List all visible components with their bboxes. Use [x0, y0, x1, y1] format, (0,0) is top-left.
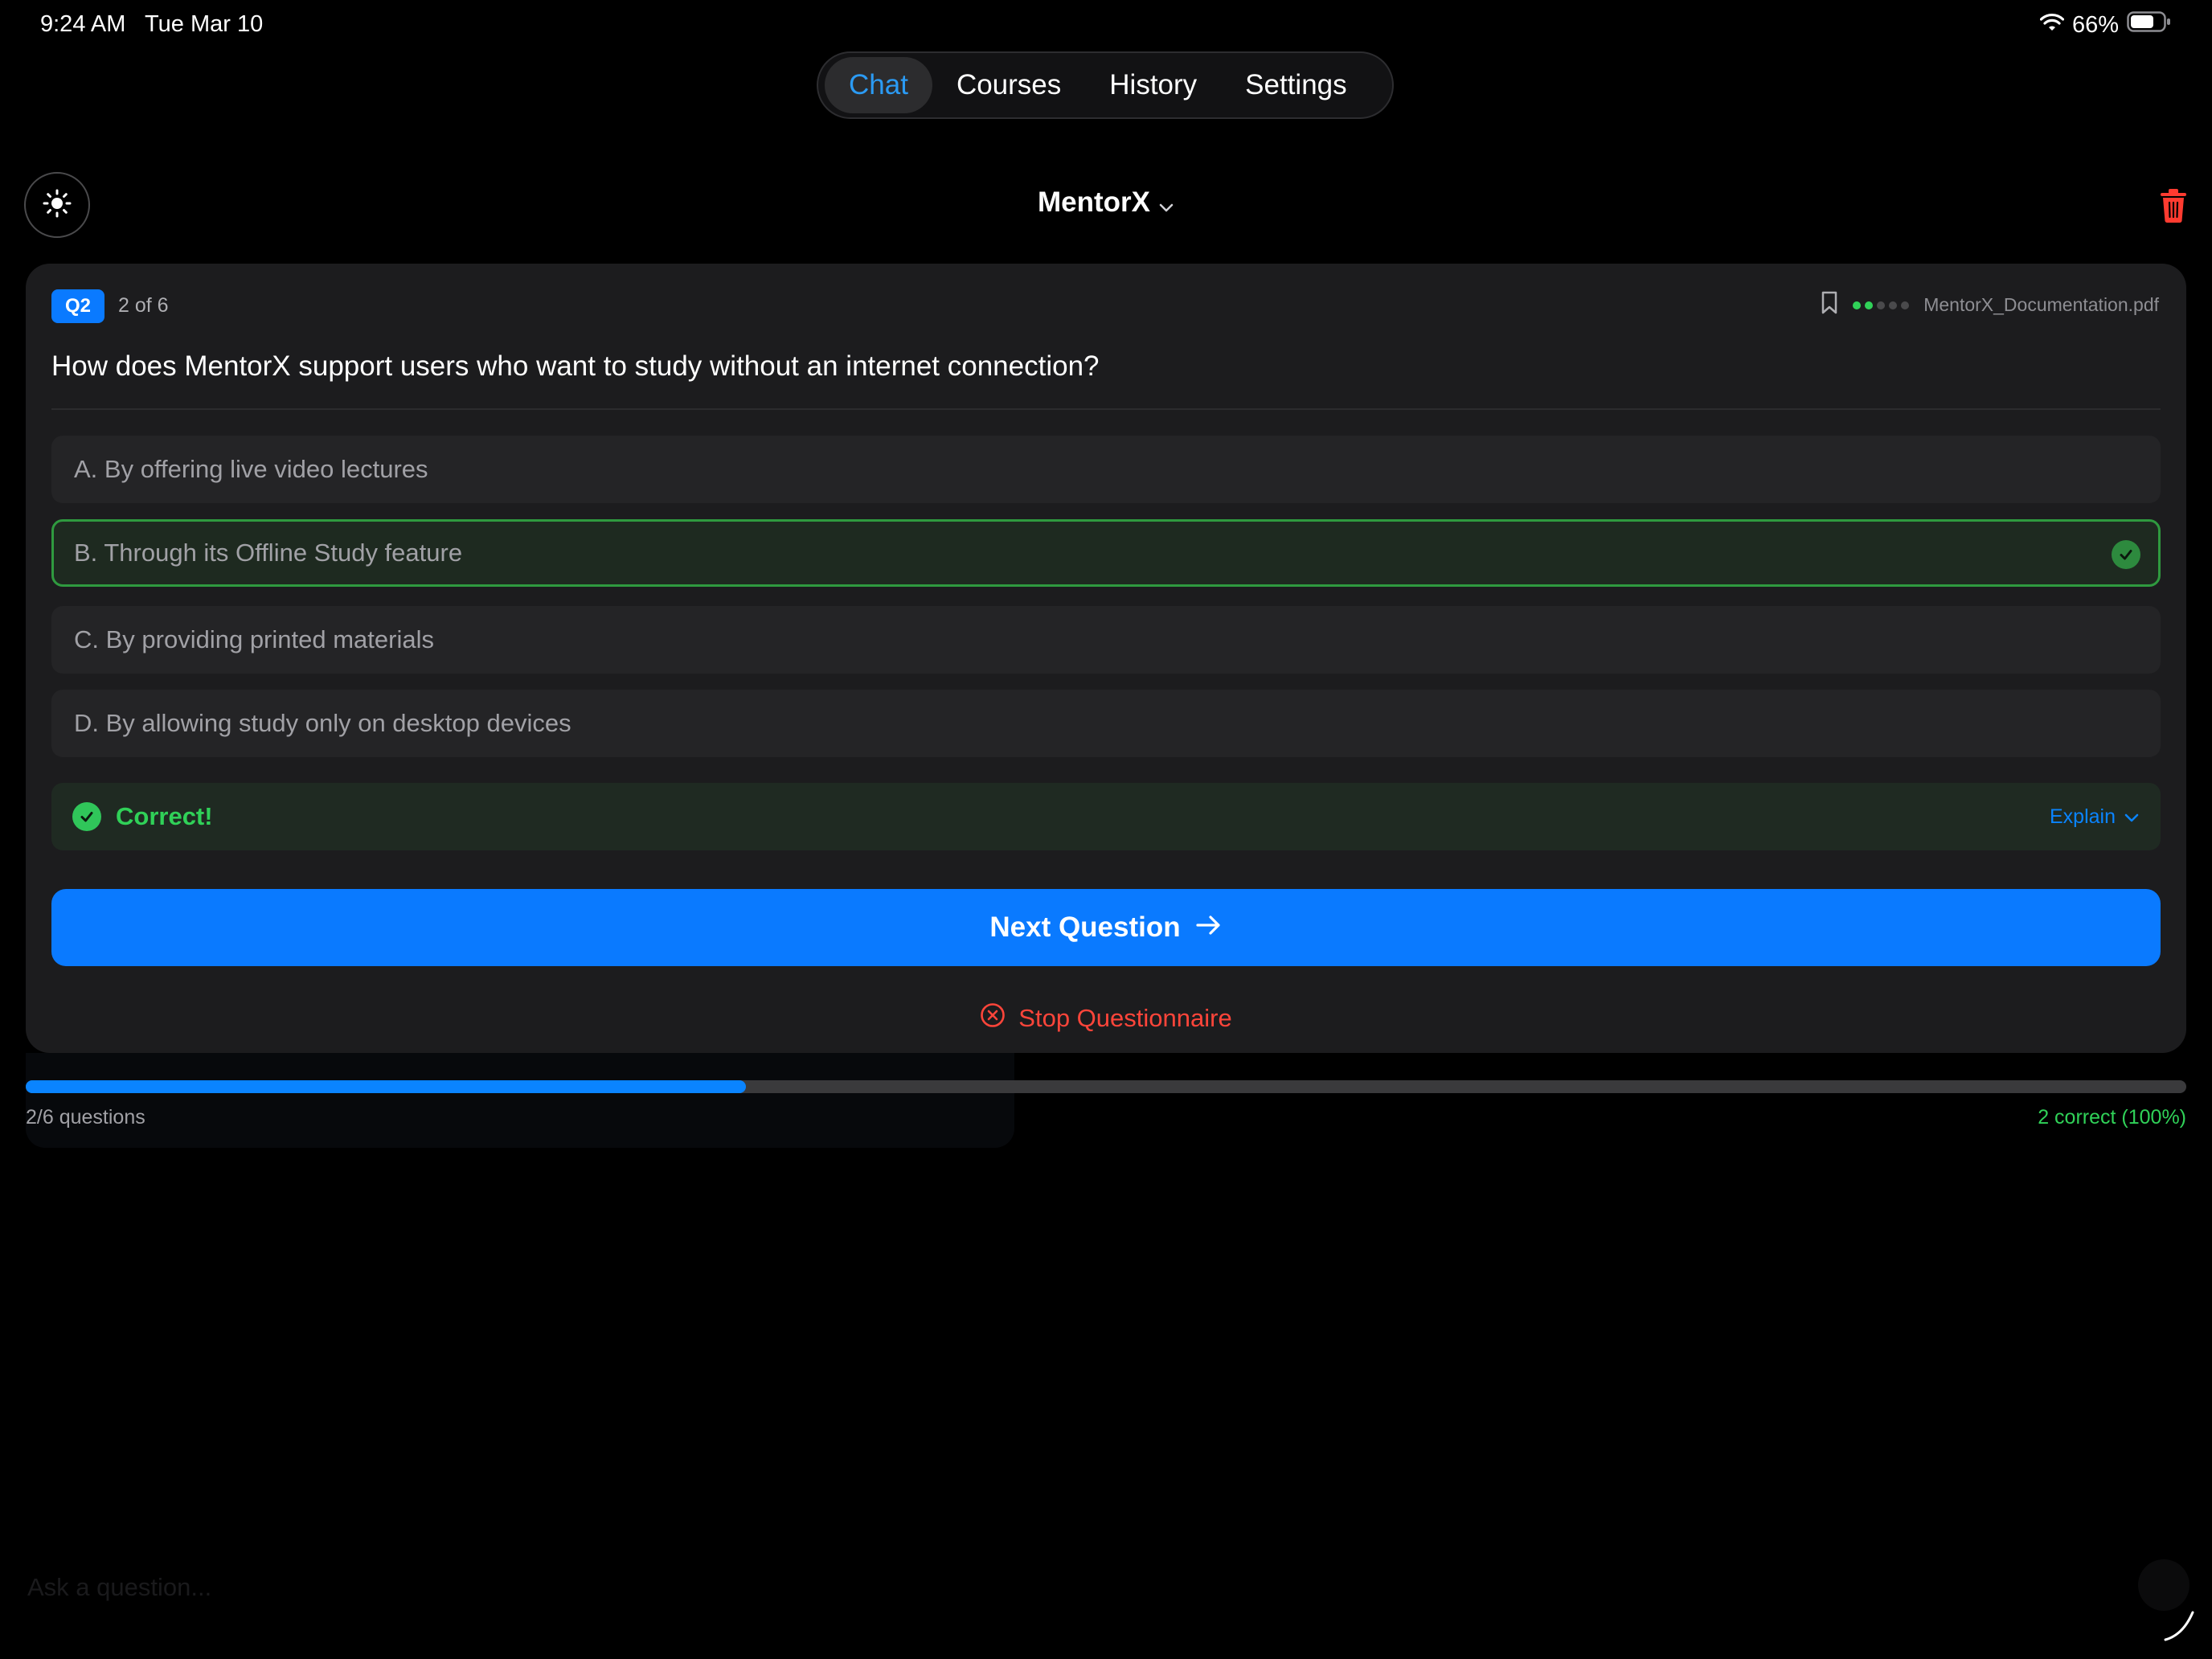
divider	[51, 408, 2161, 410]
trash-icon	[2157, 189, 2189, 227]
question-counter: 2 of 6	[118, 294, 169, 317]
top-tab-bar: Chat Courses History Settings	[817, 51, 1394, 119]
ask-question-input[interactable]	[26, 1563, 2087, 1612]
progress-fill	[26, 1080, 746, 1093]
answer-option-d[interactable]: D. By allowing study only on desktop dev…	[51, 690, 2161, 757]
send-button[interactable]	[2138, 1559, 2189, 1611]
battery-percent: 66%	[2071, 11, 2119, 38]
question-text: How does MentorX support users who want …	[51, 350, 1100, 382]
status-time: 9:24 AM	[40, 11, 126, 37]
difficulty-dot	[1853, 301, 1862, 309]
close-circle-icon	[980, 1002, 1006, 1034]
stop-questionnaire-button[interactable]: Stop Questionnaire	[26, 998, 2186, 1038]
next-question-label: Next Question	[989, 911, 1181, 943]
tab-courses[interactable]: Courses	[932, 57, 1085, 113]
tab-settings[interactable]: Settings	[1221, 57, 1370, 113]
option-label: A. By offering live video lectures	[74, 455, 428, 483]
assistant-title: MentorX	[1038, 186, 1150, 218]
option-label: B. Through its Offline Study feature	[74, 539, 463, 567]
tab-chat[interactable]: Chat	[825, 57, 932, 113]
difficulty-dot	[1877, 301, 1886, 309]
quiz-card: Q2 2 of 6 MentorX_Documentation.pdf How …	[26, 264, 2186, 1053]
answer-option-c[interactable]: C. By providing printed materials	[51, 606, 2161, 674]
chevron-down-icon	[1158, 188, 1174, 220]
status-date: Tue Mar 10	[145, 11, 264, 37]
answer-option-a[interactable]: A. By offering live video lectures	[51, 436, 2161, 503]
chevron-down-icon	[2124, 783, 2140, 850]
wifi-icon	[2039, 12, 2065, 39]
next-question-button[interactable]: Next Question	[51, 889, 2161, 966]
score-label: 2 correct (100%)	[2038, 1106, 2186, 1129]
answer-option-b[interactable]: B. Through its Offline Study feature	[51, 519, 2161, 587]
assistant-selector[interactable]: MentorX	[0, 186, 2212, 220]
option-label: C. By providing printed materials	[74, 625, 434, 653]
delete-chat-button[interactable]	[2157, 188, 2189, 223]
check-circle-icon	[72, 802, 101, 831]
explain-button[interactable]: Explain	[2050, 783, 2140, 850]
stop-questionnaire-label: Stop Questionnaire	[1018, 1004, 1232, 1032]
checkmark-icon	[2112, 540, 2140, 569]
arrow-right-icon	[1195, 911, 1223, 944]
result-banner: Correct! Explain	[51, 783, 2161, 850]
question-number-badge: Q2	[51, 289, 104, 323]
difficulty-dot	[1901, 301, 1910, 309]
question-meta: MentorX_Documentation.pdf	[1821, 291, 2159, 319]
difficulty-dot	[1889, 301, 1898, 309]
source-file-name[interactable]: MentorX_Documentation.pdf	[1923, 294, 2159, 316]
progress-label: 2/6 questions	[26, 1106, 145, 1129]
explain-label: Explain	[2050, 805, 2116, 828]
background-message-bubble	[26, 1053, 1014, 1148]
pencil-stroke-icon	[2162, 1608, 2198, 1647]
tab-history[interactable]: History	[1085, 57, 1221, 113]
option-label: D. By allowing study only on desktop dev…	[74, 709, 571, 737]
result-text: Correct!	[116, 802, 213, 830]
difficulty-dot	[1865, 301, 1874, 309]
difficulty-dots	[1853, 301, 1910, 309]
status-indicators: 66%	[2039, 11, 2172, 39]
battery-icon	[2127, 11, 2172, 39]
bookmark-icon[interactable]	[1821, 291, 1838, 319]
